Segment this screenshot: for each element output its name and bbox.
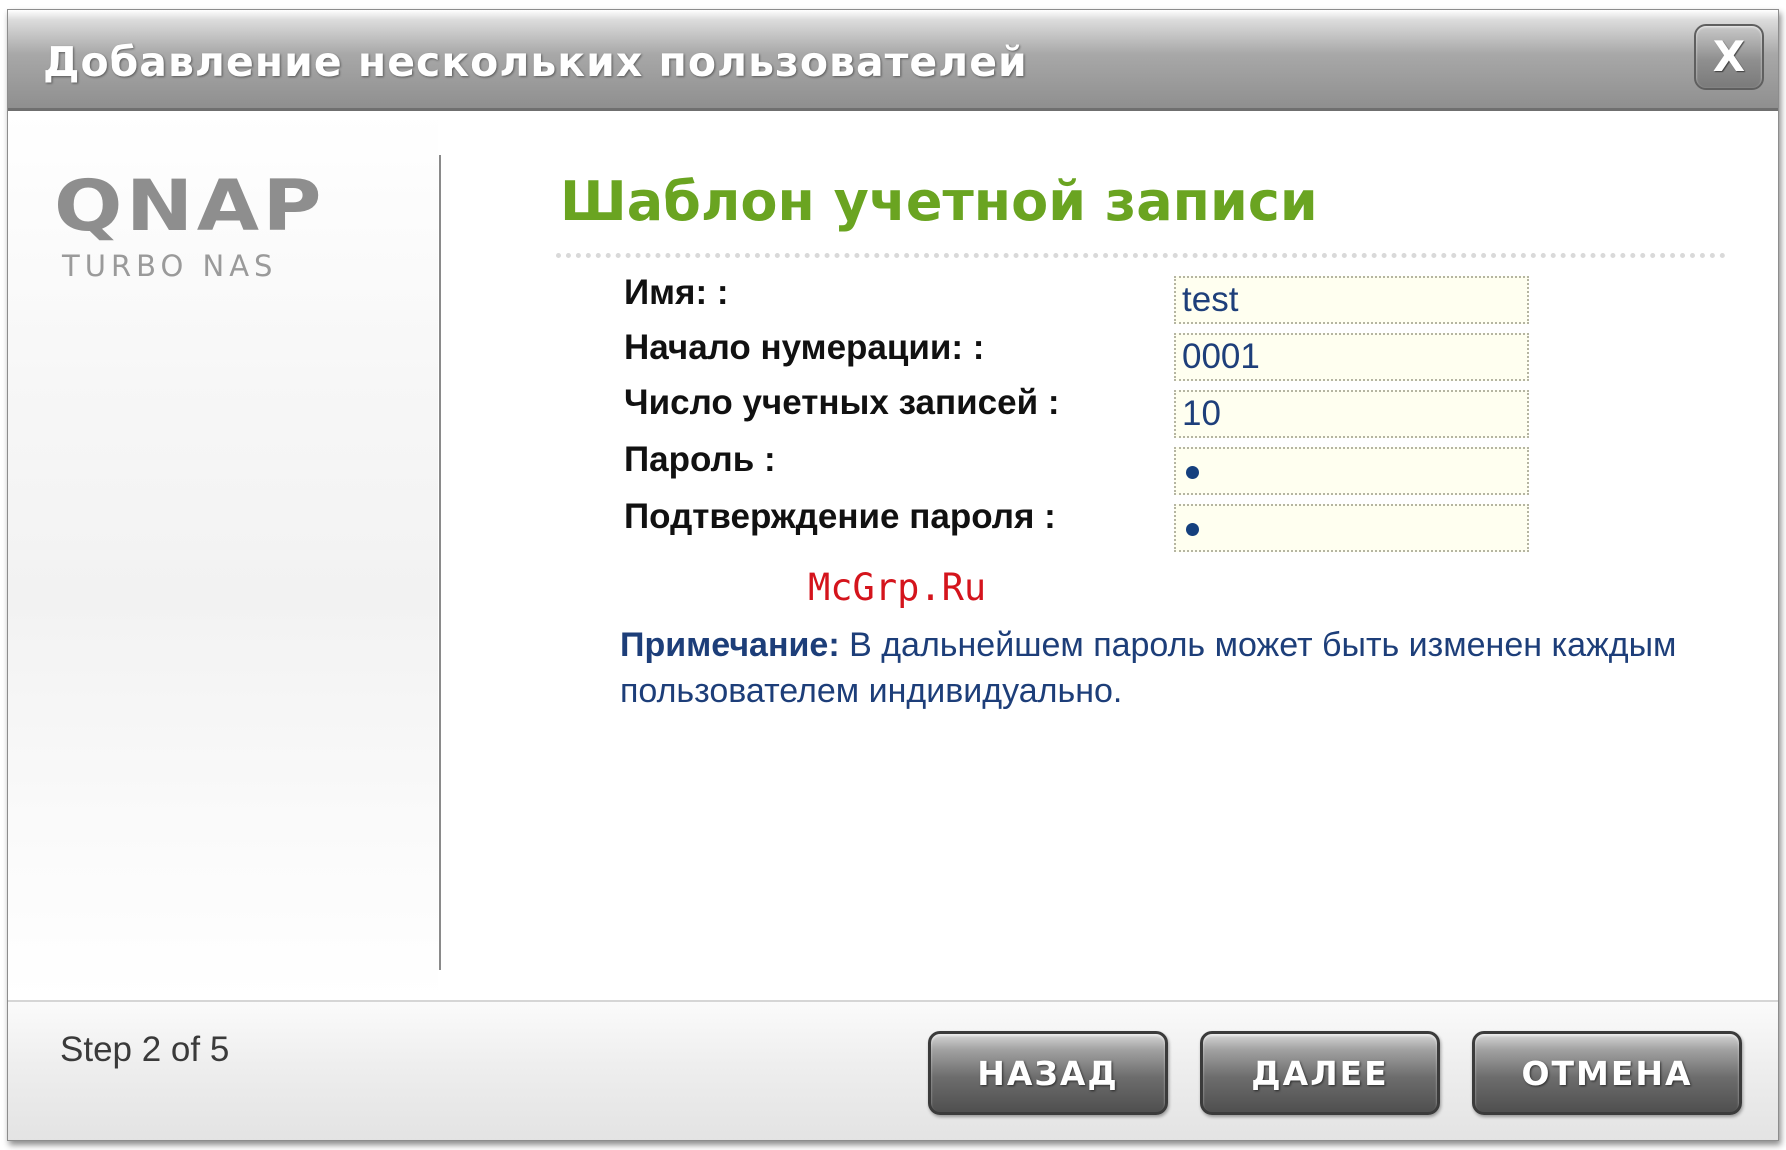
name-input[interactable] <box>1174 276 1529 324</box>
password-label: Пароль : <box>624 440 776 479</box>
cancel-button[interactable]: ОТМЕНА <box>1472 1031 1742 1115</box>
name-label: Имя: : <box>624 273 729 312</box>
account-count-label: Число учетных записей : <box>624 383 1060 422</box>
password-field[interactable] <box>1174 447 1529 495</box>
qnap-logo: QNAP TURBO NAS <box>54 171 321 283</box>
close-icon: X <box>1712 32 1746 81</box>
heading-divider <box>556 253 1726 258</box>
next-button[interactable]: ДАЛЕЕ <box>1200 1031 1440 1115</box>
logo-brand: QNAP <box>54 165 325 247</box>
close-button[interactable]: X <box>1694 24 1764 90</box>
page-title: Шаблон учетной записи <box>560 170 1318 233</box>
back-button[interactable]: НАЗАД <box>928 1031 1168 1115</box>
watermark: McGrp.Ru <box>808 566 987 609</box>
panel-divider <box>439 155 441 970</box>
confirm-password-mask-dot <box>1186 523 1199 536</box>
add-multiple-users-dialog: Добавление нескольких пользователей X QN… <box>7 9 1779 1141</box>
sidebar-panel: QNAP TURBO NAS <box>8 111 438 1000</box>
dialog-title: Добавление нескольких пользователей <box>43 38 1028 86</box>
logo-subtitle: TURBO NAS <box>62 249 278 283</box>
password-mask-dot <box>1186 466 1199 479</box>
confirm-password-field[interactable] <box>1174 504 1529 552</box>
start-number-input[interactable] <box>1174 333 1529 381</box>
account-count-input[interactable] <box>1174 390 1529 438</box>
note-label: Примечание: <box>620 626 840 664</box>
start-number-label: Начало нумерации: : <box>624 328 985 367</box>
dialog-titlebar[interactable]: Добавление нескольких пользователей X <box>8 10 1778 111</box>
confirm-password-label: Подтверждение пароля : <box>624 497 1056 536</box>
step-indicator: Step 2 of 5 <box>60 1030 230 1069</box>
note-text: Примечание: В дальнейшем пароль может бы… <box>620 622 1700 714</box>
